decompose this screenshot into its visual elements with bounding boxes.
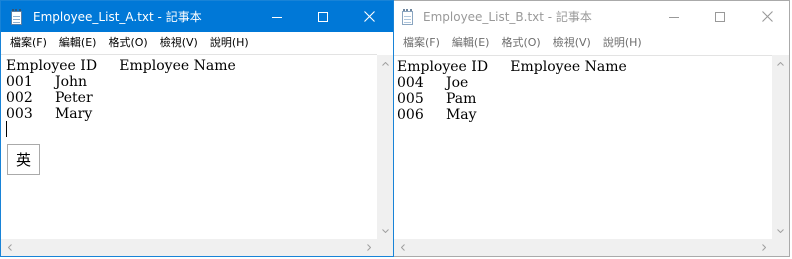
size-grip[interactable] (772, 239, 789, 256)
scroll-up-arrow-icon (777, 61, 784, 66)
scroll-up-arrow-icon (382, 61, 389, 66)
text-line-header: Employee ID Employee Name (397, 59, 627, 75)
text-line-header: Employee ID Employee Name (6, 58, 236, 74)
ime-mode-indicator: 英 (7, 144, 40, 175)
menu-file[interactable]: 檔案(F) (4, 32, 53, 53)
close-button[interactable] (346, 1, 392, 32)
menu-bar: 檔案(F) 編輯(E) 格式(O) 檢視(V) 說明(H) (1, 32, 393, 53)
scroll-right-arrow-icon (761, 244, 766, 251)
text-line: 002 Peter (6, 90, 93, 106)
notepad-icon[interactable] (10, 9, 23, 25)
menu-format[interactable]: 格式(O) (495, 32, 546, 53)
text-line: 004 Joe (397, 75, 469, 91)
scroll-down-arrow-icon (777, 228, 784, 233)
text-line: 001 John (6, 74, 88, 90)
text-caret (6, 121, 7, 137)
minimize-button[interactable] (651, 1, 697, 32)
notepad-window-a[interactable]: Employee_List_A.txt - 記事本 檔案(F) 編輯(E) 格式… (0, 0, 394, 257)
close-icon (761, 11, 773, 22)
maximize-icon (715, 11, 725, 22)
size-grip[interactable] (377, 239, 393, 256)
scroll-up-button[interactable] (772, 55, 789, 72)
vertical-scrollbar[interactable] (377, 55, 393, 239)
menu-view[interactable]: 檢視(V) (547, 32, 597, 53)
maximize-button[interactable] (300, 1, 346, 32)
ime-mode-label: 英 (15, 151, 31, 169)
window-title: Employee_List_B.txt - 記事本 (423, 10, 592, 24)
minimize-button[interactable] (254, 1, 300, 32)
scroll-left-button[interactable] (394, 239, 411, 256)
horizontal-scrollbar[interactable] (1, 239, 377, 256)
text-line: 006 May (397, 107, 477, 123)
menu-bar: 檔案(F) 編輯(E) 格式(O) 檢視(V) 說明(H) (394, 32, 789, 53)
scroll-down-button[interactable] (772, 222, 789, 239)
minimize-icon (272, 16, 282, 18)
menu-view[interactable]: 檢視(V) (154, 32, 204, 53)
titlebar[interactable]: Employee_List_A.txt - 記事本 (1, 1, 393, 32)
maximize-icon (318, 11, 328, 22)
text-editor-area[interactable]: Employee ID Employee Name 001 John 002 P… (1, 54, 377, 238)
vertical-scrollbar[interactable] (772, 55, 789, 239)
titlebar[interactable]: Employee_List_B.txt - 記事本 (394, 1, 789, 32)
scroll-left-arrow-icon (400, 244, 405, 251)
scroll-down-arrow-icon (382, 228, 389, 233)
text-editor-area[interactable]: Employee ID Employee Name 004 Joe 005 Pa… (394, 55, 772, 239)
menu-format[interactable]: 格式(O) (102, 32, 153, 53)
scroll-down-button[interactable] (377, 222, 393, 239)
close-icon (363, 11, 375, 22)
minimize-icon (669, 16, 679, 18)
text-line: 003 Mary (6, 106, 93, 122)
menu-help[interactable]: 說明(H) (204, 32, 255, 53)
window-title: Employee_List_A.txt - 記事本 (33, 10, 202, 24)
maximize-button[interactable] (697, 1, 743, 32)
horizontal-scrollbar[interactable] (394, 239, 772, 256)
menu-file[interactable]: 檔案(F) (397, 32, 446, 53)
menu-edit[interactable]: 編輯(E) (53, 32, 103, 53)
close-button[interactable] (744, 1, 789, 32)
scroll-right-arrow-icon (366, 244, 371, 251)
notepad-icon[interactable] (401, 9, 414, 25)
text-line: 005 Pam (397, 91, 477, 107)
scroll-left-button[interactable] (1, 239, 18, 256)
scroll-right-button[interactable] (360, 239, 377, 256)
notepad-window-b[interactable]: Employee_List_B.txt - 記事本 檔案(F) 編輯(E) 格式… (394, 0, 790, 257)
scroll-left-arrow-icon (7, 244, 12, 251)
menu-edit[interactable]: 編輯(E) (446, 32, 496, 53)
menu-help[interactable]: 說明(H) (597, 32, 648, 53)
scroll-up-button[interactable] (377, 55, 393, 72)
scroll-right-button[interactable] (755, 239, 772, 256)
